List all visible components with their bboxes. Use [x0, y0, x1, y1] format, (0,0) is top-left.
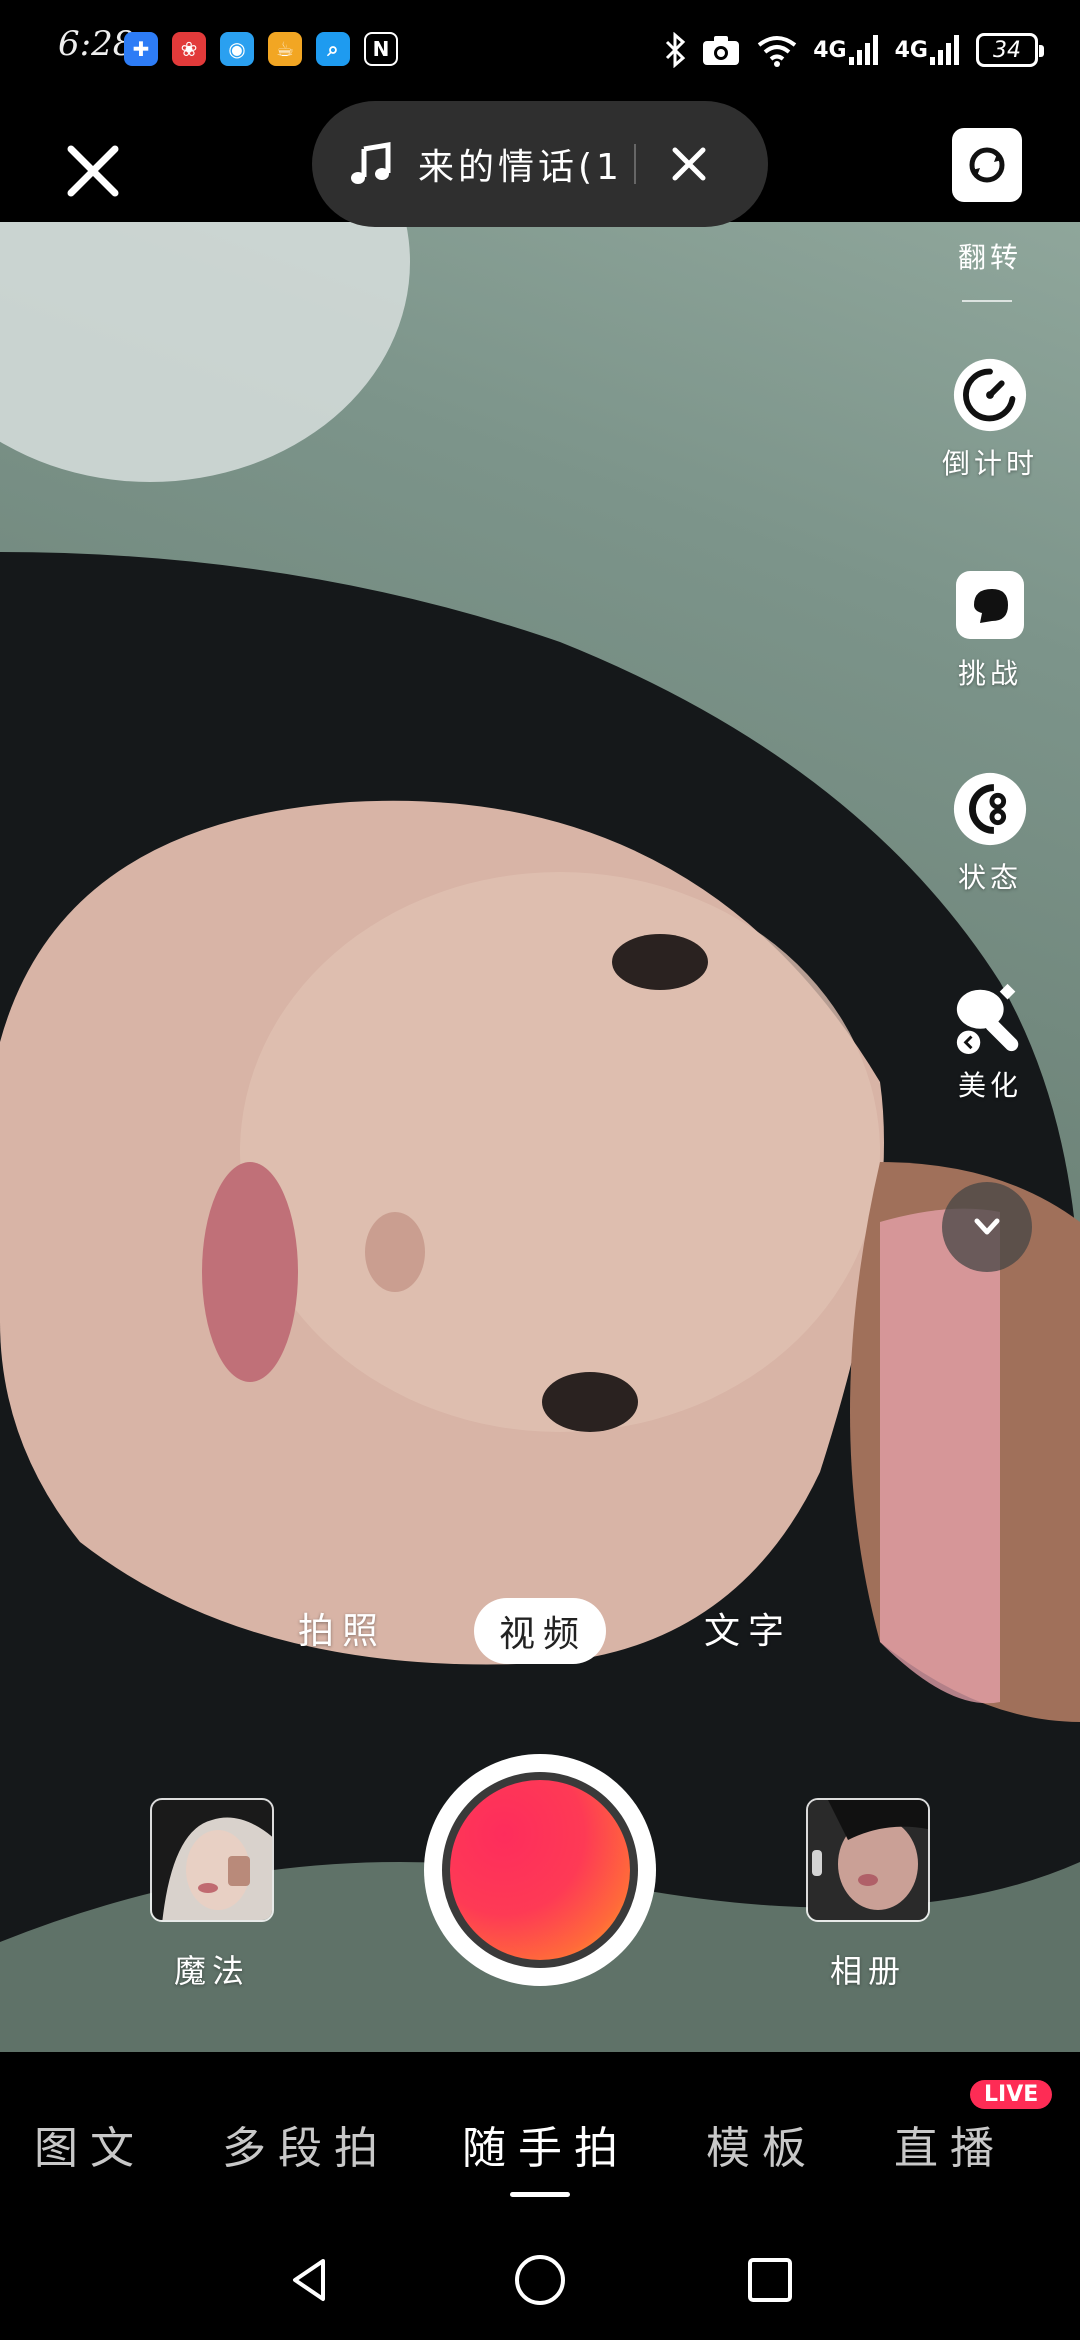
- recents-icon: [748, 2258, 792, 2302]
- status-tool[interactable]: 状态: [940, 770, 1040, 896]
- notification-icons: ✚ ❀ ◉ ☕ ⌕ N: [124, 32, 398, 66]
- search-app-icon: ⌕: [316, 32, 350, 66]
- tab-live[interactable]: 直播: [894, 2112, 1006, 2176]
- status-time: 6:28: [58, 24, 135, 64]
- music-divider: [634, 144, 636, 184]
- timer-label: 倒计时: [941, 447, 1038, 480]
- music-clear-button[interactable]: [666, 141, 712, 187]
- magic-preview-image: [152, 1800, 272, 1920]
- nfc-icon: N: [364, 32, 398, 66]
- live-badge: LIVE: [970, 2080, 1053, 2109]
- flip-icon: [969, 147, 1005, 183]
- browser-icon: ◉: [220, 32, 254, 66]
- close-button[interactable]: [60, 138, 126, 204]
- magic-label: 魔法: [173, 1952, 250, 1990]
- magic-effects-thumbnail[interactable]: [150, 1798, 274, 1922]
- back-icon: [293, 2259, 325, 2301]
- status-bar: 6:28 ✚ ❀ ◉ ☕ ⌕ N 4G 4G 34: [0, 0, 1080, 100]
- music-note-icon: [351, 142, 391, 184]
- signal-1-icon: 4G: [813, 30, 880, 70]
- challenge-icon: [956, 571, 1024, 639]
- wifi-icon: [755, 30, 799, 70]
- mode-photo[interactable]: 拍照: [298, 1602, 386, 1654]
- record-button-core: [450, 1780, 630, 1960]
- music-title: 来的情话(1: [418, 147, 618, 188]
- more-tools-button[interactable]: [942, 1182, 1032, 1272]
- system-icons: 4G 4G 34: [663, 30, 1044, 70]
- timer-icon: [953, 358, 1027, 432]
- camera-status-icon: [701, 30, 741, 70]
- beauty-tool[interactable]: 美化: [940, 978, 1040, 1104]
- signal-2-icon: 4G: [895, 30, 962, 70]
- close-icon: [67, 145, 119, 197]
- album-preview-image: [808, 1800, 928, 1920]
- timer-button[interactable]: [951, 356, 1029, 434]
- network-2-label: 4G: [894, 37, 928, 63]
- mode-video[interactable]: 视频: [474, 1598, 606, 1664]
- home-icon: [515, 2255, 565, 2305]
- chevron-down-icon: [974, 1218, 1000, 1235]
- challenge-tool[interactable]: 挑战: [940, 566, 1040, 692]
- bluetooth-icon: [663, 30, 687, 70]
- status-icon: [953, 772, 1027, 846]
- tab-image-text[interactable]: 图文: [34, 2112, 146, 2176]
- record-button[interactable]: [424, 1754, 656, 1986]
- battery-level: 34: [993, 37, 1021, 63]
- battery-icon: 34: [976, 33, 1044, 67]
- album-label: 相册: [829, 1952, 906, 1990]
- music-selector[interactable]: 来的情话(1: [312, 101, 768, 227]
- tools-divider: [962, 300, 1012, 302]
- beauty-label: 美化: [957, 1069, 1022, 1102]
- huawei-icon: ❀: [172, 32, 206, 66]
- puzzle-icon: ✚: [124, 32, 158, 66]
- cup-icon: ☕: [268, 32, 302, 66]
- flip-label: 翻转: [957, 241, 1022, 274]
- tab-template[interactable]: 模板: [706, 2112, 818, 2176]
- challenge-label: 挑战: [957, 657, 1022, 690]
- album-thumbnail[interactable]: [806, 1798, 930, 1922]
- record-button-ring: [442, 1772, 638, 1968]
- status-label: 状态: [957, 861, 1022, 894]
- tab-quick-shoot[interactable]: 随手拍: [462, 2112, 630, 2176]
- active-tab-indicator: [510, 2192, 570, 2197]
- close-icon: [672, 147, 706, 181]
- network-1-label: 4G: [813, 37, 847, 63]
- flip-camera-button[interactable]: [952, 128, 1022, 202]
- beauty-icon: [956, 983, 1019, 1055]
- tab-multi-segment[interactable]: 多段拍: [222, 2112, 390, 2176]
- recents-button[interactable]: [740, 2250, 800, 2310]
- timer-tool[interactable]: 倒计时: [940, 356, 1040, 482]
- back-button[interactable]: [280, 2250, 340, 2310]
- challenge-button[interactable]: [951, 566, 1029, 644]
- beauty-button[interactable]: [951, 978, 1029, 1056]
- mode-text[interactable]: 文字: [704, 1602, 792, 1654]
- status-button[interactable]: [951, 770, 1029, 848]
- home-button[interactable]: [510, 2250, 570, 2310]
